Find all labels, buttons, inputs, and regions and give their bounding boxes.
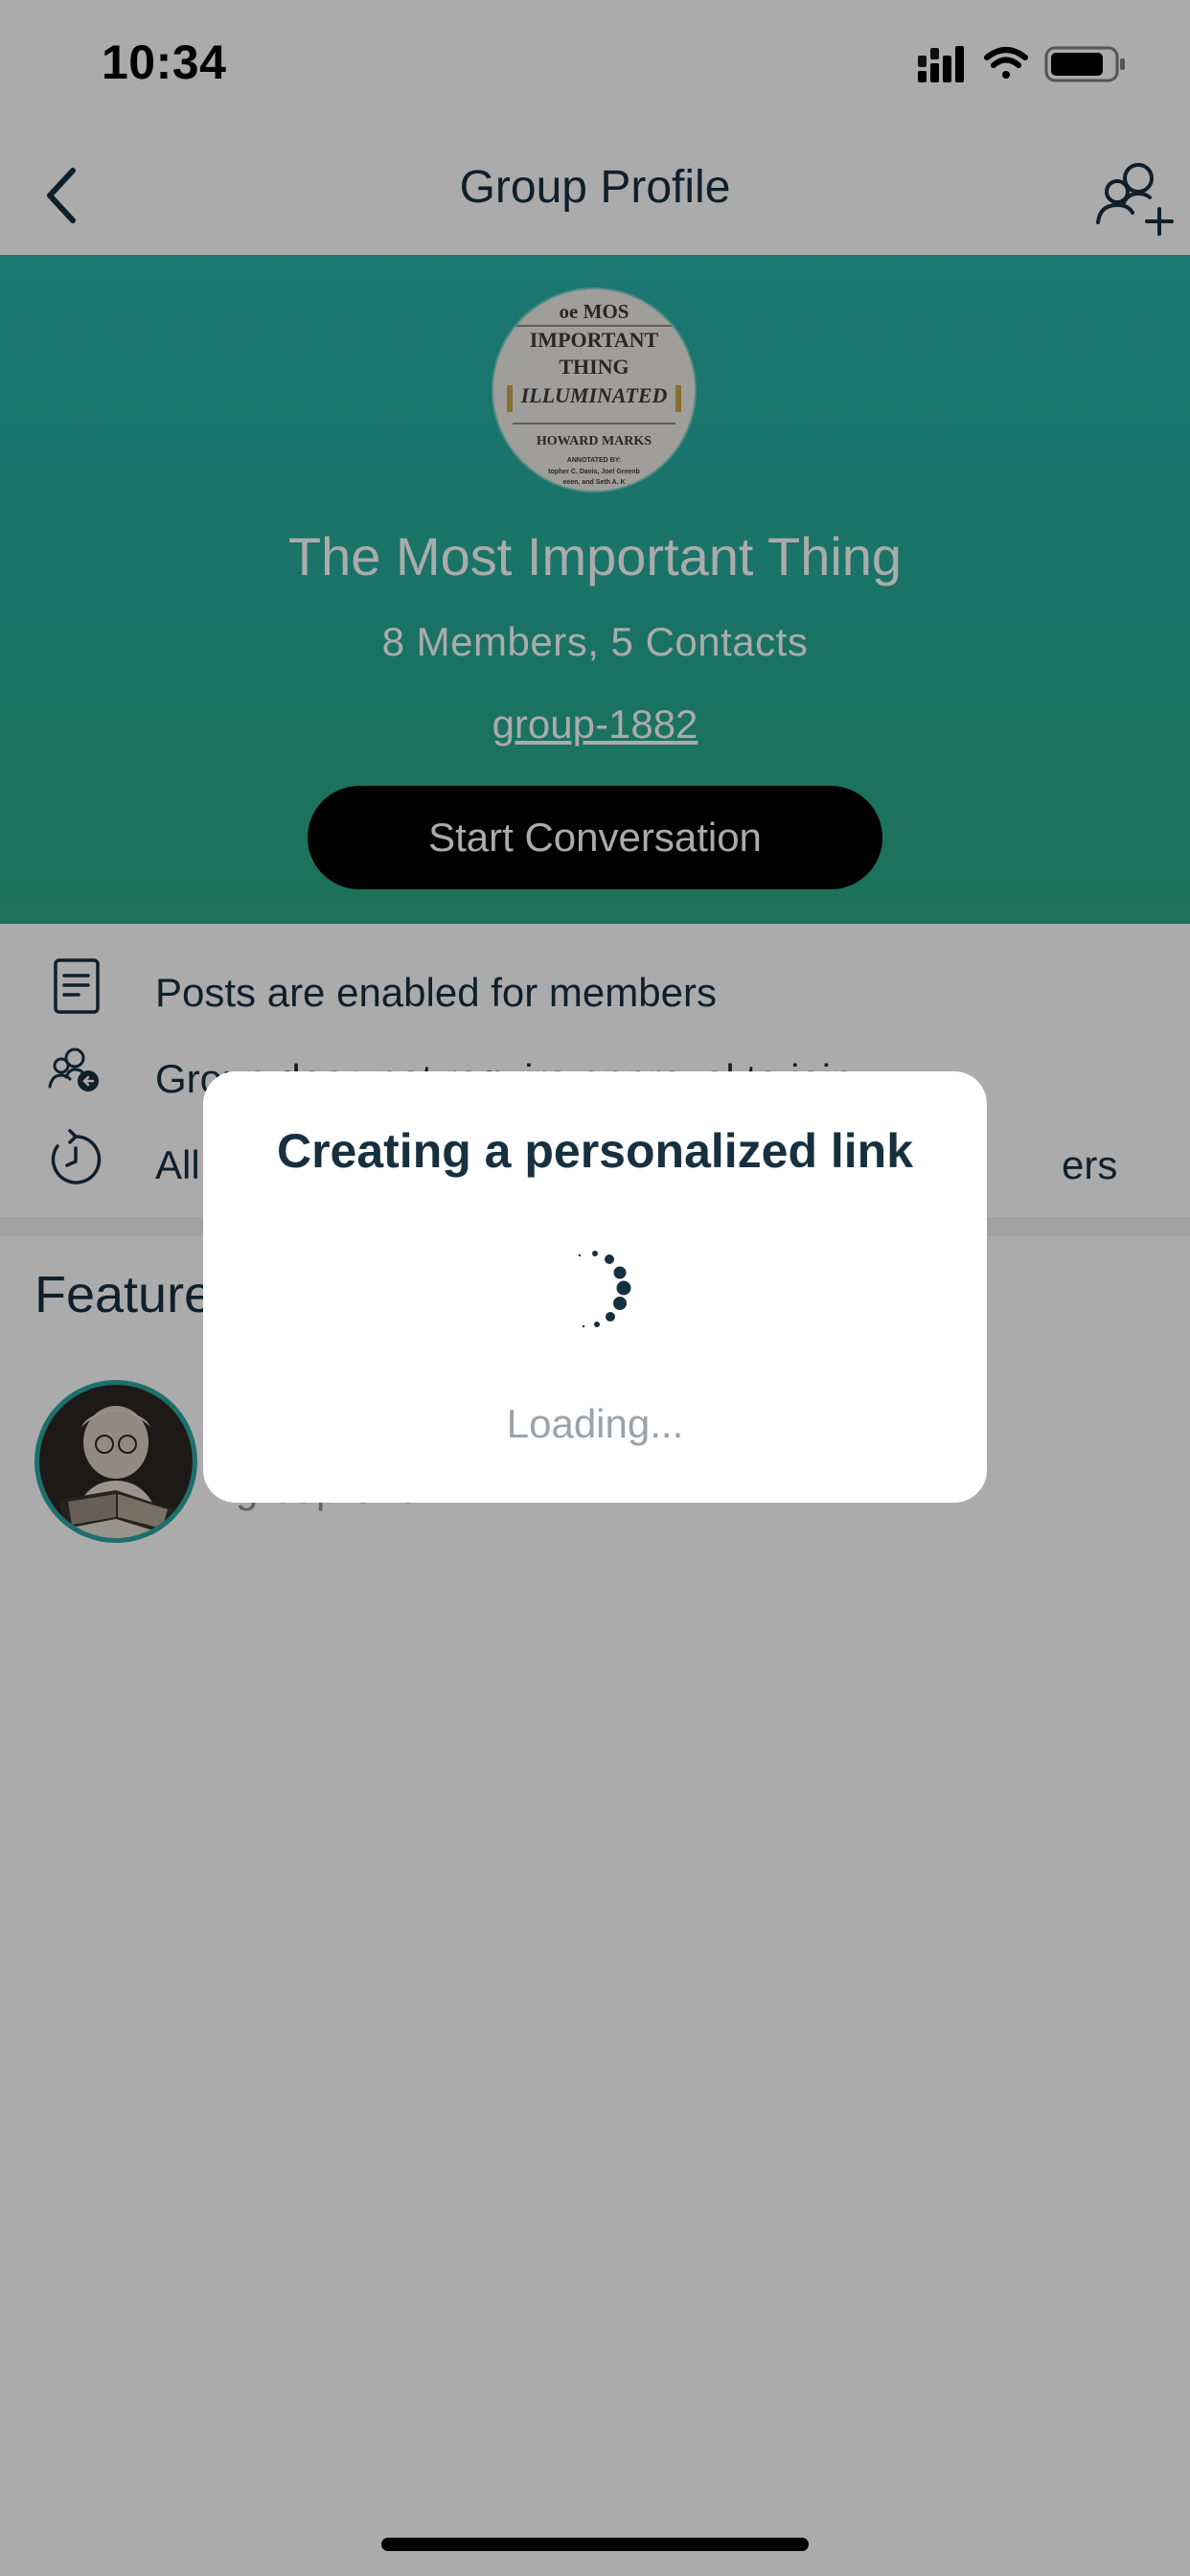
screen: 10:34 Group Profile oe MOS IMPORTANT THI… xyxy=(0,0,1190,2576)
loading-text: Loading... xyxy=(506,1401,684,1446)
loading-spinner-icon xyxy=(578,1251,631,1328)
home-indicator[interactable] xyxy=(381,2538,809,2551)
dialog-title: Creating a personalized link xyxy=(276,1124,914,1178)
